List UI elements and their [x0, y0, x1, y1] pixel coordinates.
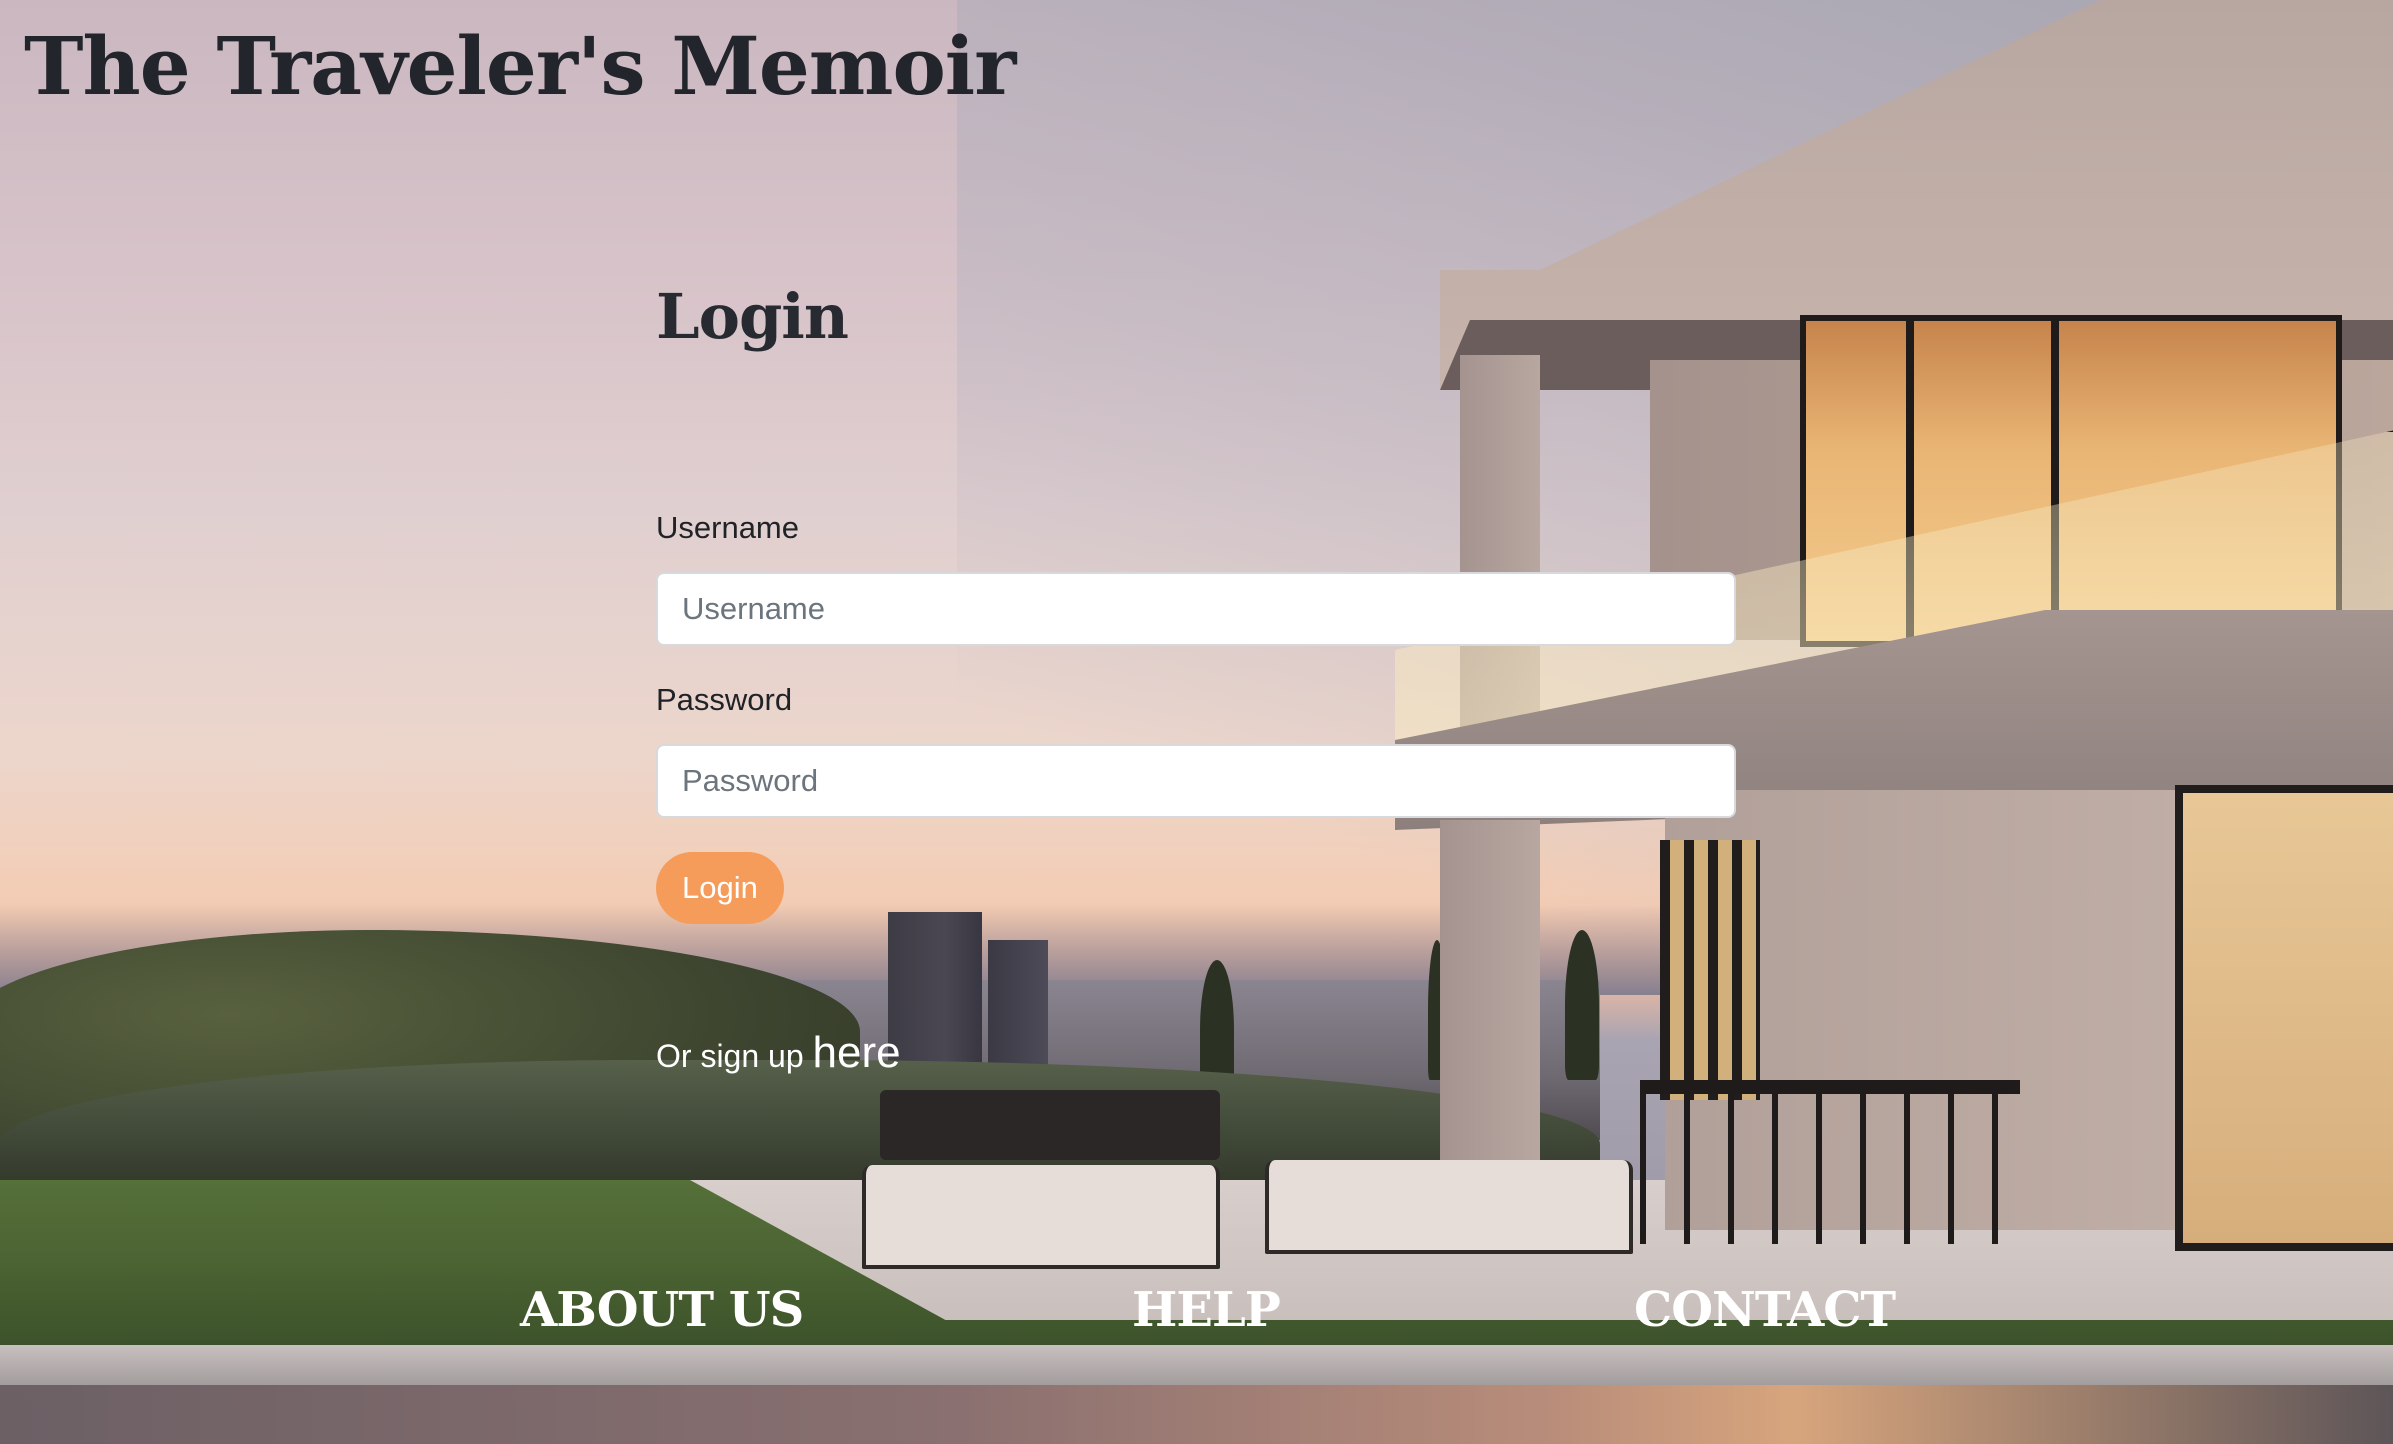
pool-edge	[0, 1345, 2393, 1385]
login-form: Login Username Password Login Or sign up…	[656, 280, 1736, 1077]
footer-link-contact[interactable]: CONTACT	[1634, 1282, 1896, 1338]
outdoor-sofa	[880, 1090, 1220, 1160]
login-button[interactable]: Login	[656, 852, 784, 924]
lounger	[1265, 1160, 1633, 1254]
username-input[interactable]	[656, 572, 1736, 646]
signup-prefix: Or sign up	[656, 1038, 813, 1074]
password-label: Password	[656, 682, 793, 717]
cypress-tree	[1565, 930, 1599, 1080]
pool	[0, 1385, 2393, 1444]
footer-link-help[interactable]: HELP	[1132, 1282, 1281, 1338]
username-label: Username	[656, 510, 799, 545]
site-title: The Traveler's Memoir	[24, 19, 1016, 113]
footer-link-about-us[interactable]: ABOUT US	[520, 1282, 804, 1338]
lounger	[862, 1165, 1220, 1269]
password-input[interactable]	[656, 744, 1736, 818]
signup-prompt: Or sign up here	[656, 1028, 901, 1078]
dining-set	[1640, 1080, 2020, 1244]
glass-door	[1660, 840, 1760, 1100]
signup-link[interactable]: here	[813, 1028, 901, 1077]
login-heading: Login	[656, 280, 849, 353]
house-column	[1440, 820, 1540, 1160]
background-photo	[0, 0, 2393, 1444]
glass-door	[2175, 785, 2393, 1251]
